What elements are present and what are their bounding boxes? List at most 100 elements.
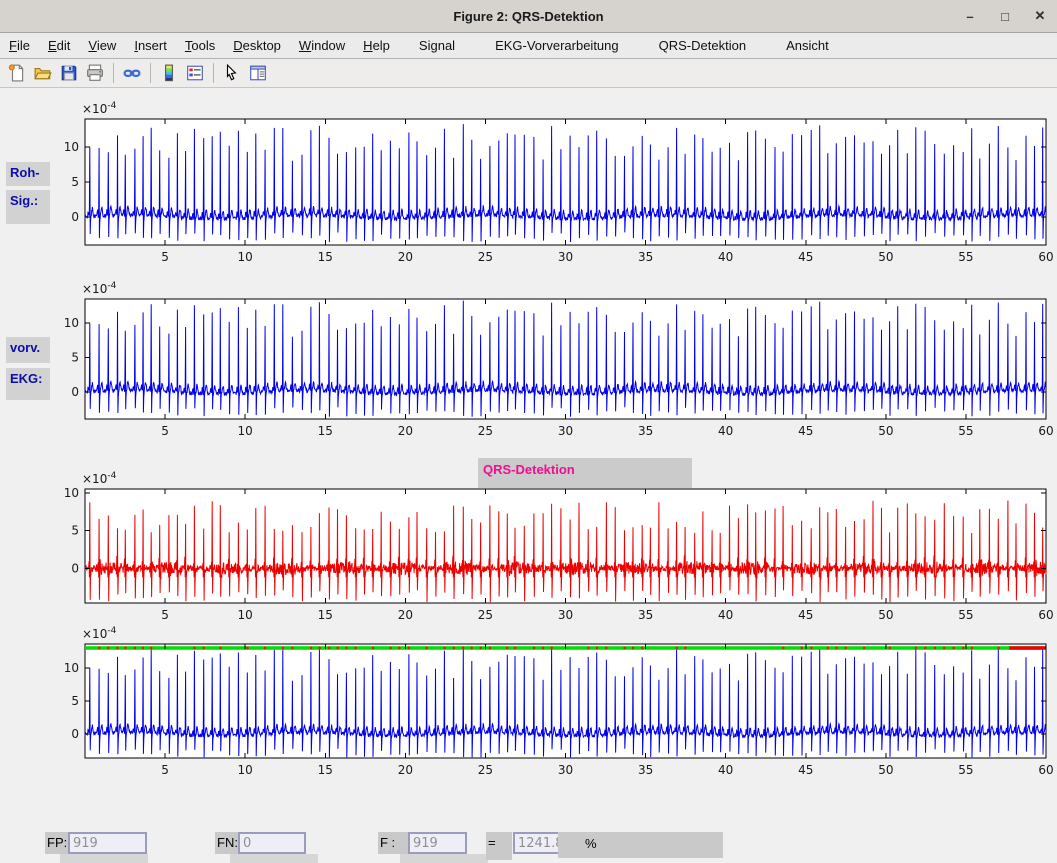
x-tick-label: 40 (718, 608, 733, 622)
x-tick-label: 45 (798, 763, 813, 777)
beat-mark (489, 646, 491, 649)
figure-window: Figure 2: QRS-Detektion – □ ✕ FileEditVi… (0, 0, 1057, 863)
beat-mark (398, 646, 400, 649)
y-tick-label: 10 (64, 316, 79, 330)
insert-colorbar-button[interactable] (157, 61, 181, 85)
beat-mark (444, 646, 446, 649)
y-tick-label: 5 (71, 175, 79, 189)
beat-mark (596, 646, 598, 649)
beat-mark (506, 646, 508, 649)
vorv-ekg-label-line2: EKG: (6, 368, 50, 400)
open-file-button[interactable] (31, 61, 55, 85)
beat-mark (480, 646, 482, 649)
menu-item-ekg-vorverarbeitung[interactable]: EKG-Vorverarbeitung (475, 33, 639, 58)
x-tick-label: 60 (1038, 424, 1053, 438)
link-plot-button[interactable] (120, 61, 144, 85)
menu-item-file[interactable]: File (0, 33, 39, 58)
x-tick-label: 55 (958, 763, 973, 777)
y-tick-label: 0 (71, 210, 79, 224)
menu-item-signal[interactable]: Signal (399, 33, 475, 58)
property-editor-button[interactable] (246, 61, 270, 85)
beat-mark (542, 646, 544, 649)
fp-value-field[interactable] (68, 832, 147, 854)
x-tick-label: 15 (318, 608, 333, 622)
beat-mark (328, 646, 330, 649)
beat-mark (471, 646, 473, 649)
y-axis-exponent-label: ×10-4 (82, 281, 117, 296)
plot-detektion-ergebnis[interactable]: 510152025303540455055600510×10-4 (55, 626, 1057, 796)
edit-plot-button[interactable] (220, 61, 244, 85)
beat-mark (219, 646, 221, 649)
menu-item-view[interactable]: View (79, 33, 125, 58)
beat-mark (782, 646, 784, 649)
menu-item-window[interactable]: Window (290, 33, 354, 58)
beat-mark (514, 646, 516, 649)
y-axis-exponent-label: ×10-4 (82, 101, 117, 116)
menu-item-desktop[interactable]: Desktop (224, 33, 290, 58)
x-tick-label: 50 (878, 424, 893, 438)
x-tick-label: 30 (558, 424, 573, 438)
x-tick-label: 10 (238, 250, 253, 264)
beat-mark (98, 646, 100, 649)
equals-label: = (486, 832, 512, 860)
beat-mark (915, 646, 917, 649)
fn-value-field[interactable] (238, 832, 306, 854)
maximize-icon[interactable]: □ (998, 9, 1012, 24)
plot-qrs-detektion[interactable]: 510152025303540455055600510×10-4 (55, 471, 1057, 641)
plot-roh-signal[interactable]: 510152025303540455055600510×10-4 (55, 101, 1057, 271)
x-tick-label: 50 (878, 608, 893, 622)
window-controls: – □ ✕ (963, 0, 1047, 32)
y-tick-label: 10 (64, 486, 79, 500)
beat-mark (551, 646, 553, 649)
menu-item-tools[interactable]: Tools (176, 33, 224, 58)
print-figure-button[interactable] (83, 61, 107, 85)
property-editor-icon (249, 64, 267, 82)
new-figure-button[interactable] (5, 61, 29, 85)
x-tick-label: 25 (478, 608, 493, 622)
f-value-field[interactable] (408, 832, 467, 854)
menu-item-insert[interactable]: Insert (125, 33, 176, 58)
toolbar-separator (113, 63, 114, 83)
beat-mark (827, 646, 829, 649)
x-tick-label: 55 (958, 424, 973, 438)
beat-mark (943, 646, 945, 649)
x-tick-label: 25 (478, 763, 493, 777)
new-figure-icon (8, 64, 26, 82)
beat-mark (971, 646, 973, 649)
x-tick-label: 20 (398, 763, 413, 777)
titlebar[interactable]: Figure 2: QRS-Detektion – □ ✕ (0, 0, 1057, 33)
x-tick-label: 60 (1038, 763, 1053, 777)
save-figure-button[interactable] (57, 61, 81, 85)
beat-mark (934, 646, 936, 649)
open-file-icon (34, 64, 52, 82)
beat-mark (863, 646, 865, 649)
x-tick-label: 10 (238, 763, 253, 777)
link-plot-icon (123, 64, 141, 82)
minimize-icon[interactable]: – (963, 9, 977, 24)
x-tick-label: 35 (638, 250, 653, 264)
beat-mark (246, 646, 248, 649)
vorv-ekg-label-line1: vorv. (6, 337, 50, 363)
menu-item-help[interactable]: Help (354, 33, 399, 58)
beat-mark (310, 646, 312, 649)
close-icon[interactable]: ✕ (1033, 8, 1047, 24)
x-tick-label: 50 (878, 763, 893, 777)
x-tick-label: 45 (798, 608, 813, 622)
beat-mark (632, 646, 634, 649)
menubar: FileEditViewInsertToolsDesktopWindowHelp… (0, 33, 1057, 59)
beat-mark (150, 646, 152, 649)
insert-legend-button[interactable] (183, 61, 207, 85)
beat-mark (337, 646, 339, 649)
beat-mark (318, 646, 320, 649)
beat-mark (355, 646, 357, 649)
x-tick-label: 35 (638, 763, 653, 777)
x-tick-label: 40 (718, 424, 733, 438)
menu-item-ansicht[interactable]: Ansicht (766, 33, 849, 58)
beat-mark (924, 646, 926, 649)
toolbar (0, 59, 1057, 88)
menu-item-edit[interactable]: Edit (39, 33, 79, 58)
x-tick-label: 60 (1038, 608, 1053, 622)
plot-vorverarbeitetes-ekg[interactable]: 510152025303540455055600510×10-4 (55, 281, 1057, 451)
menu-item-qrs-detektion[interactable]: QRS-Detektion (639, 33, 766, 58)
x-tick-label: 55 (958, 608, 973, 622)
